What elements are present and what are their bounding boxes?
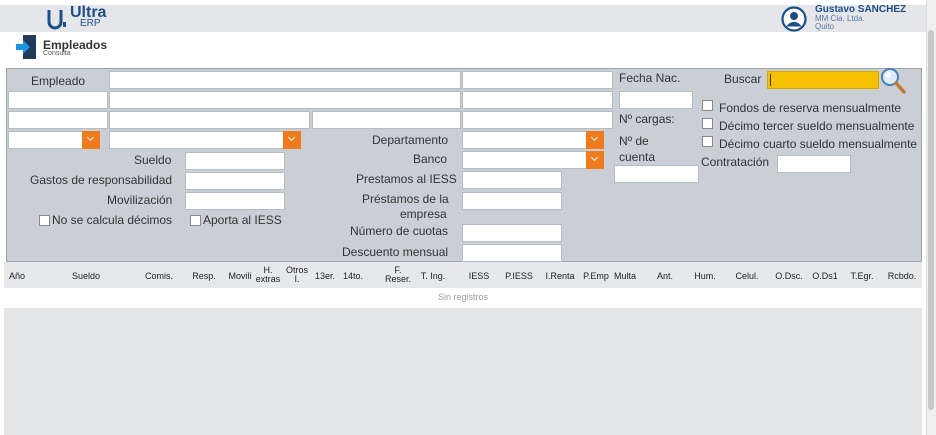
movilizacion-label: Movilización xyxy=(107,193,173,207)
no-decimos-label: No se calcula décimos xyxy=(52,213,173,227)
grid-column-header[interactable]: Sueldo xyxy=(56,272,116,281)
scrollbar-thumb[interactable] xyxy=(928,30,934,410)
empleado-field-4[interactable] xyxy=(8,111,108,129)
select-1-chevron-down-icon[interactable] xyxy=(82,131,100,149)
logo-subtitle: ERP xyxy=(80,18,101,29)
grid-column-header[interactable]: 14to. xyxy=(341,272,365,281)
grid-column-header[interactable]: 13er. xyxy=(313,272,337,281)
select-2-chevron-down-icon[interactable] xyxy=(283,131,301,149)
empleado-field-7[interactable] xyxy=(462,111,613,129)
sueldo-label: Sueldo xyxy=(134,153,172,167)
exit-door-icon[interactable] xyxy=(15,34,37,60)
grid-column-header[interactable]: Ant. xyxy=(651,272,679,281)
aporta-iess-checkbox[interactable] xyxy=(190,215,201,226)
grid-column-header[interactable]: Movili xyxy=(226,272,254,281)
select-2[interactable] xyxy=(109,131,285,149)
sueldo-input[interactable] xyxy=(185,152,285,170)
cuenta-label-line1: Nº de xyxy=(619,134,649,148)
grid-column-header[interactable]: Rcbdo. xyxy=(885,272,919,281)
empleado-field-1[interactable] xyxy=(8,91,108,109)
empleado-field-2[interactable] xyxy=(109,91,461,109)
search-icon[interactable] xyxy=(880,67,906,94)
prestamos-empresa-input[interactable] xyxy=(462,192,562,210)
grid-column-header-line2: I. xyxy=(294,274,300,284)
grid-column-header[interactable]: Celul. xyxy=(731,272,763,281)
departamento-chevron-down-icon[interactable] xyxy=(586,131,604,149)
movilizacion-input[interactable] xyxy=(185,192,285,210)
app-header: Ultra ERP Gustavo SANCHEZ MM Cia. Ltda. … xyxy=(0,4,926,32)
prestamos-iess-label: Prestamos al IESS xyxy=(356,172,457,186)
grid-column-header[interactable]: O.Dsc. xyxy=(772,272,806,281)
grid-empty-row: Sin registros xyxy=(4,288,922,308)
grid-column-header[interactable]: P.Emp xyxy=(583,272,609,281)
grid-column-header[interactable]: Año xyxy=(2,272,32,281)
empleado-field-3[interactable] xyxy=(462,91,613,109)
grid-column-header[interactable]: O.Ds1 xyxy=(810,272,840,281)
contratacion-input[interactable] xyxy=(777,155,851,173)
banco-select[interactable] xyxy=(462,151,588,169)
prestamos-iess-input[interactable] xyxy=(462,171,562,189)
decimo-tercer-checkbox[interactable] xyxy=(702,118,713,129)
grid-column-header[interactable]: T.Egr. xyxy=(847,272,877,281)
fondos-checkbox[interactable] xyxy=(702,100,713,111)
grid-column-header-line2: extras xyxy=(255,274,281,284)
fondos-label: Fondos de reserva mensualmente xyxy=(719,101,902,115)
prestamos-empresa-label-line2: empresa xyxy=(400,207,447,221)
empty-message: Sin registros xyxy=(437,292,489,302)
aporta-iess-label: Aporta al IESS xyxy=(203,213,282,227)
banco-chevron-down-icon[interactable] xyxy=(586,151,604,169)
contratacion-label: Contratación xyxy=(701,155,770,169)
ultra-logo-icon xyxy=(46,6,68,30)
decimo-cuarto-checkbox[interactable] xyxy=(702,136,713,147)
grid-body xyxy=(4,308,922,435)
grid-column-header[interactable]: F. Reser. xyxy=(380,266,416,284)
grid-column-header[interactable]: Hum. xyxy=(690,272,720,281)
no-decimos-checkbox[interactable] xyxy=(39,215,50,226)
text-cursor xyxy=(770,74,771,86)
empleado-code-input[interactable] xyxy=(462,71,613,89)
numero-cuotas-label: Número de cuotas xyxy=(350,224,449,238)
grid-column-header[interactable]: T. Ing. xyxy=(415,272,451,281)
grid-column-header[interactable]: P.IESS xyxy=(503,272,535,281)
page-subtitle: Consulta xyxy=(43,50,71,57)
grid-column-header[interactable]: I.Renta xyxy=(542,272,578,281)
grid-column-header[interactable]: Resp. xyxy=(188,272,220,281)
grid-column-header[interactable]: Multa xyxy=(611,272,639,281)
gastos-input[interactable] xyxy=(185,172,285,190)
user-city: Quito xyxy=(815,22,835,31)
departamento-select[interactable] xyxy=(462,131,588,149)
prestamos-empresa-label-line1: Préstamos de la xyxy=(362,192,449,206)
fecha-nac-input[interactable] xyxy=(619,91,693,109)
gastos-label: Gastos de responsabilidad xyxy=(30,173,173,187)
fecha-nac-label: Fecha Nac. xyxy=(619,71,681,85)
descuento-label: Descuento mensual xyxy=(342,245,449,259)
empleado-name-input[interactable] xyxy=(109,71,461,89)
buscar-input[interactable] xyxy=(767,71,879,89)
select-1[interactable] xyxy=(8,131,84,149)
grid-column-header[interactable]: Comis. xyxy=(139,272,179,281)
grid-column-header[interactable]: Otros I. xyxy=(284,266,310,284)
descuento-input[interactable] xyxy=(462,244,562,262)
grid-column-header[interactable]: H. extras xyxy=(255,266,281,284)
buscar-label: Buscar xyxy=(724,72,762,86)
banco-label: Banco xyxy=(413,152,448,166)
decimo-cuarto-label: Décimo cuarto sueldo mensualmente xyxy=(719,137,918,151)
cuenta-label-line2: cuenta xyxy=(619,150,656,164)
departamento-label: Departamento xyxy=(372,133,449,147)
empleado-field-6[interactable] xyxy=(312,111,461,129)
cargas-label: Nº cargas: xyxy=(619,112,675,126)
grid-column-header-line2: Reser. xyxy=(384,274,411,284)
cuenta-input[interactable] xyxy=(614,165,699,183)
decimo-tercer-label: Décimo tercer sueldo mensualmente xyxy=(719,119,915,133)
empleado-field-5[interactable] xyxy=(109,111,310,129)
page-titlebar: Empleados Consulta xyxy=(0,32,926,64)
numero-cuotas-input[interactable] xyxy=(462,224,562,242)
empleado-label: Empleado xyxy=(31,74,86,88)
user-avatar-icon[interactable] xyxy=(781,6,807,32)
grid-column-header[interactable]: IESS xyxy=(463,272,495,281)
